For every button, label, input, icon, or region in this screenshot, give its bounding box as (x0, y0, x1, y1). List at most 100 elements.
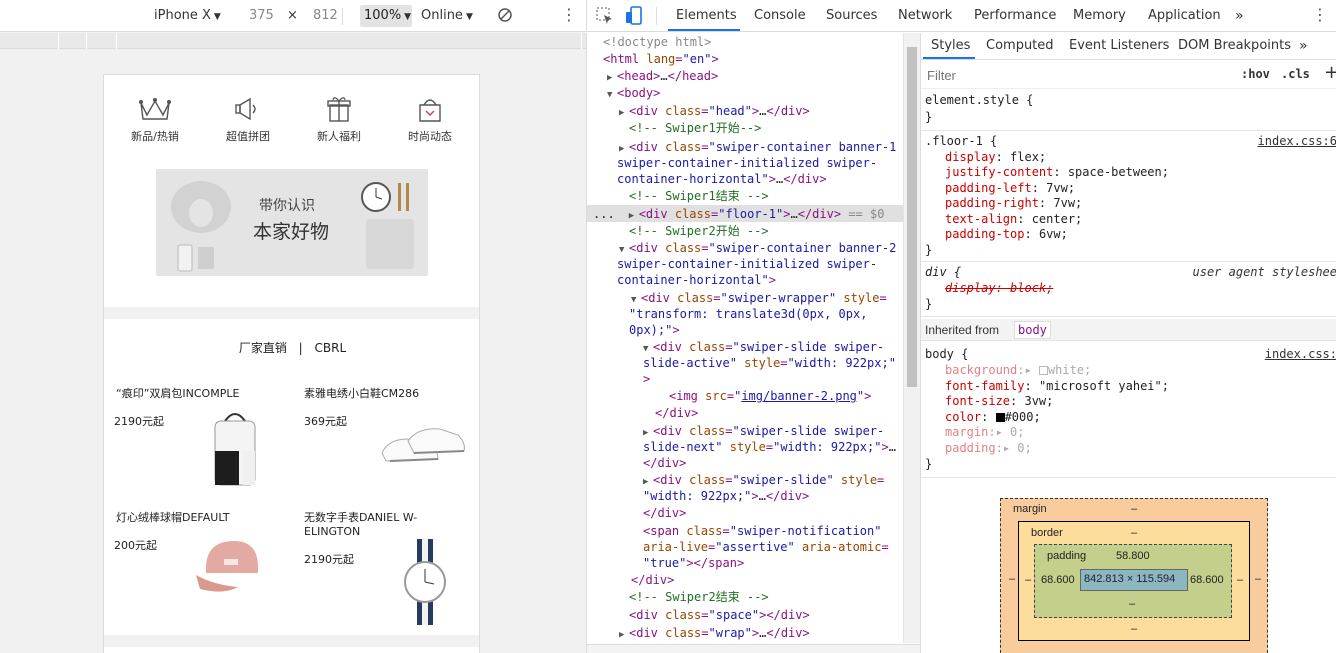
elements-scrollbar-thumb[interactable] (907, 47, 917, 387)
padding-bottom-value[interactable]: – (1129, 598, 1135, 610)
inherited-node-link[interactable]: body (1014, 321, 1051, 339)
expand-triangle-icon[interactable]: ▶ (619, 627, 629, 643)
ruler-segment[interactable] (117, 33, 582, 49)
breadcrumb-bar[interactable] (587, 644, 920, 653)
css-declaration[interactable]: padding-top: 6vw; (945, 227, 1068, 242)
cls-toggle[interactable]: .cls (1281, 67, 1310, 81)
node-div-space[interactable]: <div class="space"></div> (629, 607, 810, 623)
tab-network[interactable]: Network (898, 8, 952, 23)
node-close-div[interactable]: </div> (631, 572, 674, 588)
node-actions-dots[interactable]: ... (593, 207, 615, 221)
border-top-value[interactable]: – (1131, 527, 1137, 539)
inspect-icon[interactable] (596, 7, 614, 28)
tab-dom-breakpoints[interactable]: DOM Breakpoints (1178, 38, 1291, 53)
rule-floor-1[interactable]: .floor-1 { index.css:6 display: flex; ju… (921, 131, 1336, 262)
hov-toggle[interactable]: :hov (1241, 67, 1270, 81)
more-options-icon[interactable]: ⋮ (561, 7, 577, 23)
color-swatch[interactable] (995, 413, 1005, 422)
box-model-padding[interactable]: padding 58.800 68.600 68.600 – 842.813 ×… (1034, 544, 1232, 618)
banner-image[interactable]: 带你认识 本家好物 (156, 169, 428, 276)
tab-memory[interactable]: Memory (1073, 8, 1126, 23)
settings-menu-icon[interactable]: ⋮ (1312, 7, 1328, 23)
source-link[interactable]: index.css: (1265, 347, 1336, 362)
media-query-ruler[interactable] (0, 33, 586, 49)
box-model-border[interactable]: border – – – – padding 58.800 68.600 68.… (1018, 521, 1250, 641)
node-close-div[interactable]: </div> (643, 505, 686, 521)
nav-item-fashion[interactable]: 时尚动态 (389, 93, 471, 144)
padding-top-value[interactable]: 58.800 (1116, 550, 1150, 562)
network-select[interactable]: Online ▼ (421, 8, 473, 23)
node-span-notification[interactable]: <span class="swiper-notification" (643, 523, 881, 539)
nav-item-newcomer[interactable]: 新人福利 (298, 93, 380, 144)
rule-body[interactable]: body { index.css: background:▸ white; fo… (921, 343, 1336, 478)
nav-item-group-buy[interactable]: 超值拼团 (207, 93, 289, 144)
device-toggle-icon[interactable] (625, 6, 643, 29)
node-comment[interactable]: <!-- Swiper2开始 --> (629, 223, 769, 239)
css-declaration-inactive[interactable]: padding:▸ 0; (945, 441, 1032, 456)
border-left-value[interactable]: – (1025, 574, 1031, 586)
tab-console[interactable]: Console (754, 8, 806, 23)
css-declaration[interactable]: padding-left: 7vw; (945, 181, 1075, 196)
node-body[interactable]: ▼ <body> (607, 85, 660, 103)
border-bottom-value[interactable]: – (1131, 623, 1137, 635)
new-rule-button[interactable]: + (1324, 62, 1336, 83)
margin-right-value[interactable]: – (1255, 573, 1261, 585)
node-comment[interactable]: <!-- Swiper2结束 --> (629, 589, 769, 605)
css-declaration[interactable]: display: flex; (945, 150, 1046, 165)
source-link[interactable]: index.css:6 (1258, 134, 1336, 149)
padding-left-value[interactable]: 68.600 (1041, 574, 1075, 586)
color-swatch[interactable] (1038, 366, 1048, 375)
node-html[interactable]: <html lang="en"> (603, 51, 719, 67)
product-card[interactable]: 素雅电绣小白鞋CM286 369元起 (292, 375, 469, 491)
css-declaration[interactable]: color: #000; (945, 410, 1041, 425)
node-img[interactable]: <img src="img/banner-2.png"> (669, 388, 871, 404)
styles-filter-input[interactable] (922, 64, 1228, 86)
node-div-wrap[interactable]: ▶ <div class="wrap">…</div> (619, 625, 810, 643)
tab-sources[interactable]: Sources (826, 8, 877, 23)
expand-triangle-icon[interactable]: ▶ (619, 105, 629, 121)
product-card[interactable]: 灯心绒棒球帽DEFAULT 200元起 (104, 499, 281, 615)
css-declaration[interactable]: padding-right: 7vw; (945, 196, 1082, 211)
tab-event-listeners[interactable]: Event Listeners (1069, 38, 1169, 53)
box-model-content[interactable]: 842.813 × 115.594 (1080, 569, 1188, 591)
box-model-margin[interactable]: margin – – – border – – – – padding 58.8… (1000, 498, 1268, 653)
ruler-segment[interactable] (0, 33, 59, 49)
collapse-triangle-icon[interactable]: ▼ (607, 87, 617, 103)
img-src-link[interactable]: img/banner-2.png (741, 389, 857, 403)
tab-computed[interactable]: Computed (986, 38, 1054, 53)
css-declaration-inactive[interactable]: margin:▸ 0; (945, 425, 1025, 440)
expand-triangle-icon[interactable]: ▶ (629, 208, 639, 224)
zoom-select[interactable]: 100% ▼ (360, 5, 412, 27)
rotate-icon[interactable] (497, 7, 513, 26)
device-select[interactable]: iPhone X ▼ (154, 8, 221, 23)
margin-top-value[interactable]: – (1131, 503, 1137, 515)
node-comment[interactable]: <!-- Swiper1开始--> (629, 120, 761, 136)
css-declaration[interactable]: font-size: 3vw; (945, 394, 1053, 409)
css-declaration-inactive[interactable]: background:▸ white; (945, 363, 1091, 378)
tab-styles[interactable]: Styles (931, 38, 970, 53)
node-div-head[interactable]: ▶ <div class="head">…</div> (619, 103, 810, 121)
node-close-div[interactable]: </div> (655, 405, 698, 421)
tab-application[interactable]: Application (1148, 8, 1221, 23)
node-doctype[interactable]: <!doctype html> (603, 34, 711, 50)
node-div-floor1[interactable]: ... ▶ <div class="floor-1">…</div> == $0 (593, 206, 884, 224)
css-declaration[interactable]: text-align: center; (945, 212, 1082, 227)
tab-elements[interactable]: Elements (676, 8, 737, 23)
nav-item-new[interactable]: 新品/热销 (114, 93, 196, 144)
margin-left-value[interactable]: – (1009, 573, 1015, 585)
width-input[interactable]: 375 (249, 8, 274, 23)
node-comment[interactable]: <!-- Swiper1结束 --> (629, 188, 769, 204)
css-declaration[interactable]: font-family: "microsoft yahei"; (945, 379, 1169, 394)
ruler-segment[interactable] (87, 33, 117, 49)
product-card[interactable]: 无数字手表DANIEL W-ELINGTON 2190元起 (292, 499, 469, 625)
rule-element-style[interactable]: element.style { } (921, 90, 1336, 131)
ruler-segment[interactable] (59, 33, 87, 49)
rule-div-user-agent[interactable]: div { user agent styleshee display: bloc… (921, 262, 1336, 317)
expand-triangle-icon[interactable]: ▶ (607, 70, 617, 86)
height-input[interactable]: 812 (313, 8, 338, 23)
node-head[interactable]: ▶ <head>…</head> (607, 68, 718, 86)
border-right-value[interactable]: – (1237, 574, 1243, 586)
more-tabs-icon[interactable]: » (1235, 8, 1244, 24)
css-declaration[interactable]: justify-content: space-between; (945, 165, 1169, 180)
product-card[interactable]: “痕印”双肩包INCOMPLE 2190元起 (104, 375, 281, 491)
